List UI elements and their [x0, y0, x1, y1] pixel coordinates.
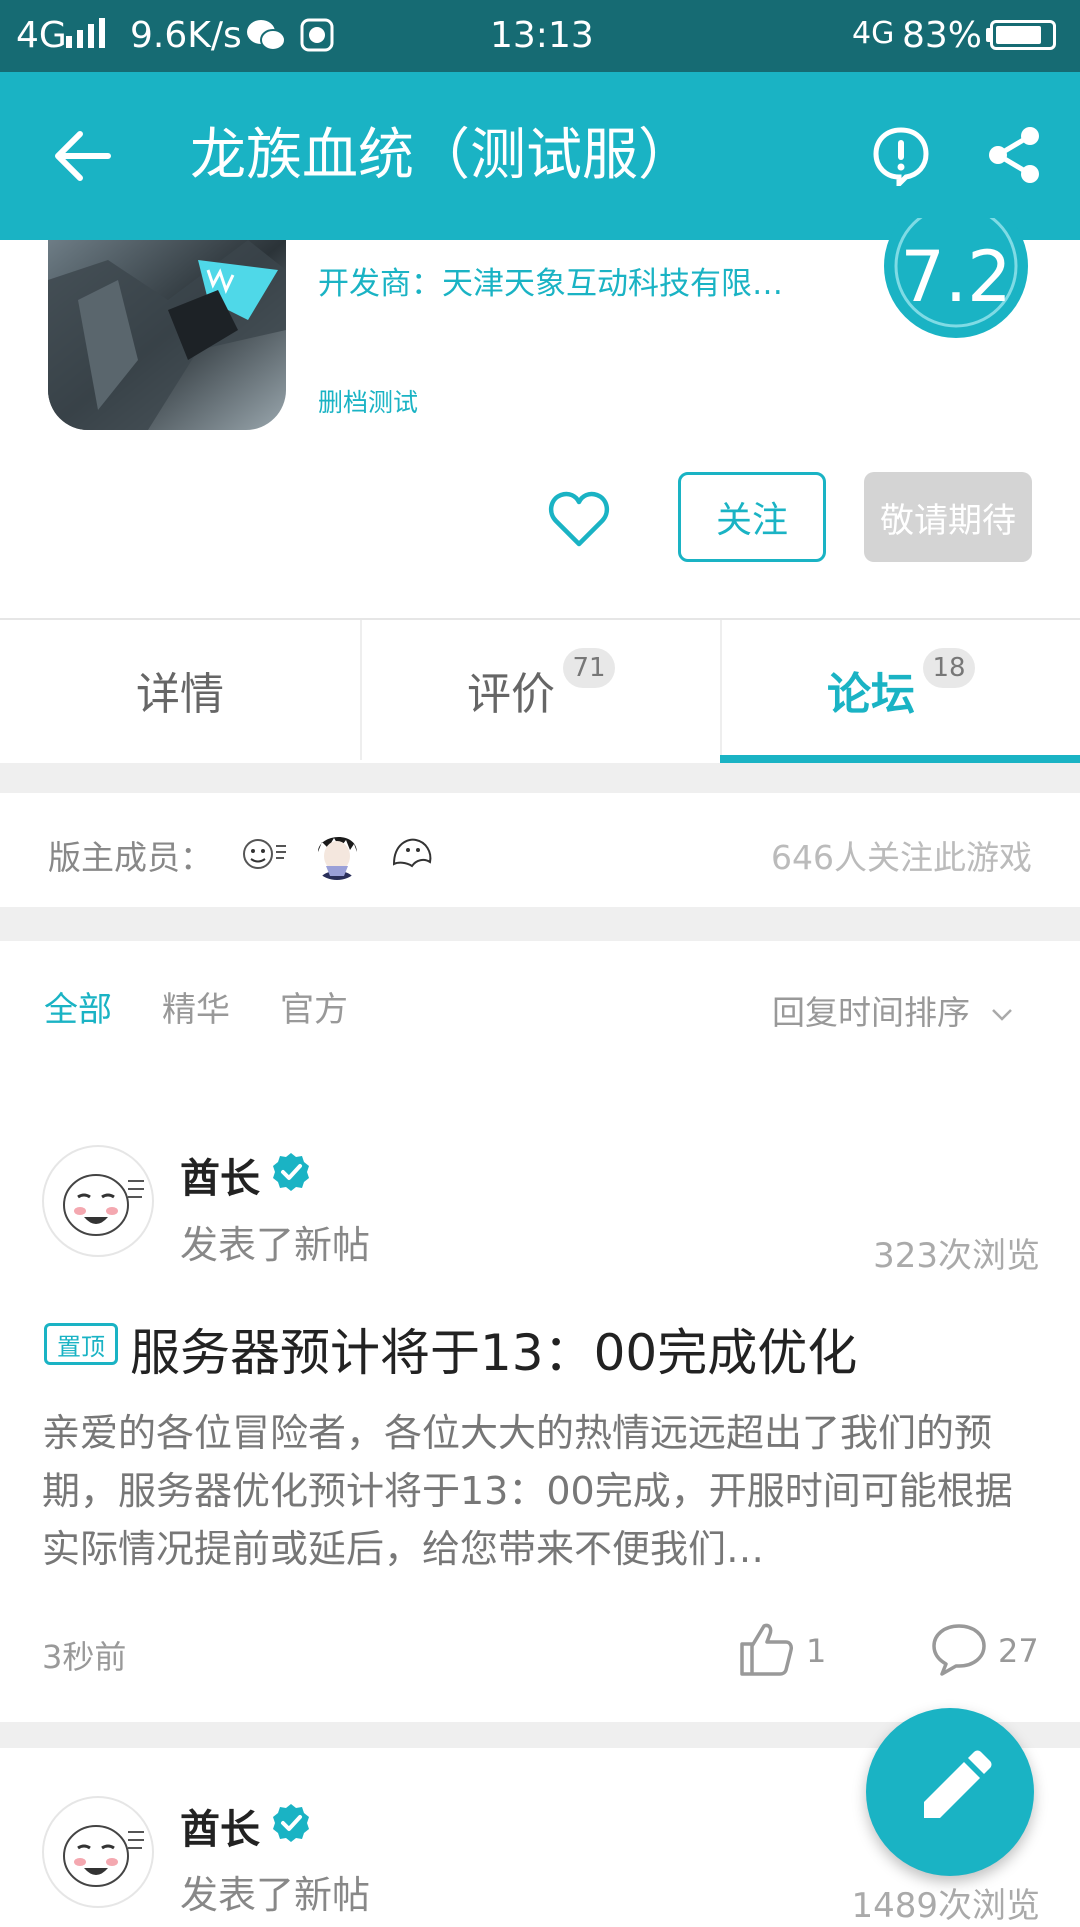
page-title: 龙族血统（测试服）: [190, 123, 694, 188]
tab-forum[interactable]: 论坛 18: [722, 620, 1080, 760]
moderators-label: 版主成员：: [48, 838, 213, 877]
post-author-name[interactable]: 酋长: [180, 1146, 260, 1204]
score-value: 7.2: [900, 236, 1012, 318]
post-action: 发表了新帖: [180, 1223, 371, 1267]
tab-active-indicator: [720, 755, 1080, 763]
pinned-badge: 置顶: [44, 1323, 118, 1365]
game-icon: [48, 240, 286, 430]
post-comments: 27: [998, 1632, 1039, 1670]
report-icon[interactable]: [872, 126, 930, 186]
heart-icon[interactable]: [548, 490, 610, 548]
section-gap: [0, 763, 1080, 793]
developer-label[interactable]: 开发商：天津天象互动科技有限…: [318, 258, 783, 303]
tab-label: 评价: [467, 669, 555, 720]
post-author-name[interactable]: 酋长: [180, 1797, 260, 1855]
post-views: 323次浏览: [873, 1236, 1040, 1276]
sort-label: 回复时间排序: [772, 993, 970, 1032]
filter-official[interactable]: 官方: [280, 982, 348, 1031]
verified-icon: [273, 1804, 309, 1842]
moderator-avatar[interactable]: [386, 826, 440, 880]
followers-count: 646人关注此游戏: [771, 838, 1032, 877]
network-indicator: 4G: [16, 15, 67, 56]
sort-dropdown[interactable]: 回复时间排序: [772, 986, 1013, 1034]
post-author-avatar[interactable]: [42, 1796, 154, 1908]
post-title[interactable]: 服务器预计将于13：00完成优化: [130, 1313, 857, 1385]
edit-pencil-icon: [924, 1750, 992, 1818]
post-time: 3秒前: [42, 1638, 127, 1676]
post-author-avatar[interactable]: [42, 1145, 154, 1257]
test-tag: 删档测试: [318, 388, 419, 417]
post-action: 发表了新帖: [180, 1873, 371, 1917]
tab-label: 论坛: [827, 669, 915, 720]
app-notification-icon: [300, 18, 334, 52]
post-likes: 1: [806, 1632, 827, 1670]
battery-fill: [996, 26, 1041, 44]
meme-face: [63, 1825, 144, 1887]
tab-badge: 18: [923, 648, 975, 688]
moderator-avatar[interactable]: [236, 826, 290, 880]
expect-button[interactable]: 敬请期待: [864, 472, 1032, 562]
follow-button[interactable]: 关注: [678, 472, 826, 562]
tab-details[interactable]: 详情: [0, 620, 360, 760]
thumb-up-icon[interactable]: [738, 1620, 794, 1676]
new-post-button[interactable]: [866, 1708, 1034, 1876]
signal-icon: [66, 18, 105, 48]
chevron-down-icon: [991, 1008, 1012, 1021]
clock: 13:13: [490, 15, 594, 56]
filter-featured[interactable]: 精华: [162, 982, 230, 1031]
filter-all[interactable]: 全部: [44, 982, 112, 1031]
moderator-avatar[interactable]: [310, 826, 364, 880]
network-indicator-right: 4G: [852, 16, 895, 51]
comment-icon[interactable]: [930, 1622, 988, 1676]
battery-icon: [990, 20, 1056, 50]
tab-reviews[interactable]: 评价 71: [362, 620, 720, 760]
battery-percent: 83%: [902, 15, 983, 56]
tab-label: 详情: [136, 669, 224, 720]
dragon-artwork: [48, 240, 286, 430]
share-icon[interactable]: [986, 126, 1042, 184]
meme-face: [63, 1174, 144, 1236]
section-gap: [0, 907, 1080, 941]
post-excerpt[interactable]: 亲爱的各位冒险者，各位大大的热情远远超出了我们的预期，服务器优化预计将于13：0…: [42, 1404, 1032, 1578]
verified-icon: [273, 1153, 309, 1191]
tab-badge: 71: [563, 648, 615, 688]
back-arrow-icon[interactable]: [52, 128, 114, 184]
wechat-icon: [247, 20, 286, 51]
network-speed: 9.6K/s: [130, 15, 242, 56]
